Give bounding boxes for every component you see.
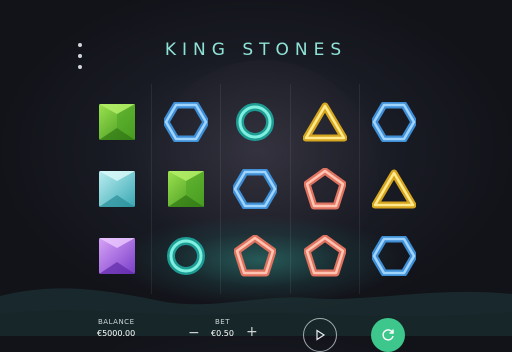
reel-grid	[82, 84, 428, 294]
blue-hexagon-icon	[162, 98, 210, 146]
blue-hexagon-icon	[370, 98, 418, 146]
menu-dot-icon	[78, 65, 82, 69]
teal-square-icon	[93, 165, 141, 213]
coral-pentagon-icon	[301, 165, 349, 213]
reel-2	[151, 84, 220, 294]
reel-4	[289, 84, 359, 294]
reel-3	[220, 84, 289, 294]
autoplay-icon	[382, 329, 394, 341]
green-square-icon	[162, 165, 210, 213]
blue-hexagon-icon	[370, 232, 418, 280]
green-square-icon	[93, 98, 141, 146]
teal-ring-icon	[231, 98, 279, 146]
balance-label: BALANCE	[98, 318, 135, 326]
hud-bar: BALANCE €5000.00 − BET €0.50 +	[0, 312, 512, 340]
bet-label: BET	[215, 318, 231, 326]
yellow-triangle-icon	[370, 165, 418, 213]
yellow-triangle-icon	[301, 98, 349, 146]
reel-1	[82, 84, 151, 294]
purple-square-icon	[93, 232, 141, 280]
coral-pentagon-icon	[231, 232, 279, 280]
spin-button[interactable]	[303, 318, 337, 352]
blue-hexagon-icon	[231, 165, 279, 213]
game-title: KING STONES	[164, 40, 348, 60]
play-icon	[316, 329, 326, 341]
teal-ring-icon	[162, 232, 210, 280]
reel-5	[358, 84, 428, 294]
bet-increase-button[interactable]: +	[246, 325, 258, 339]
bet-decrease-button[interactable]: −	[188, 326, 200, 340]
bet-value: €0.50	[211, 329, 234, 338]
coral-pentagon-icon	[301, 232, 349, 280]
balance-value: €5000.00	[97, 329, 136, 338]
autoplay-button[interactable]	[371, 318, 405, 352]
